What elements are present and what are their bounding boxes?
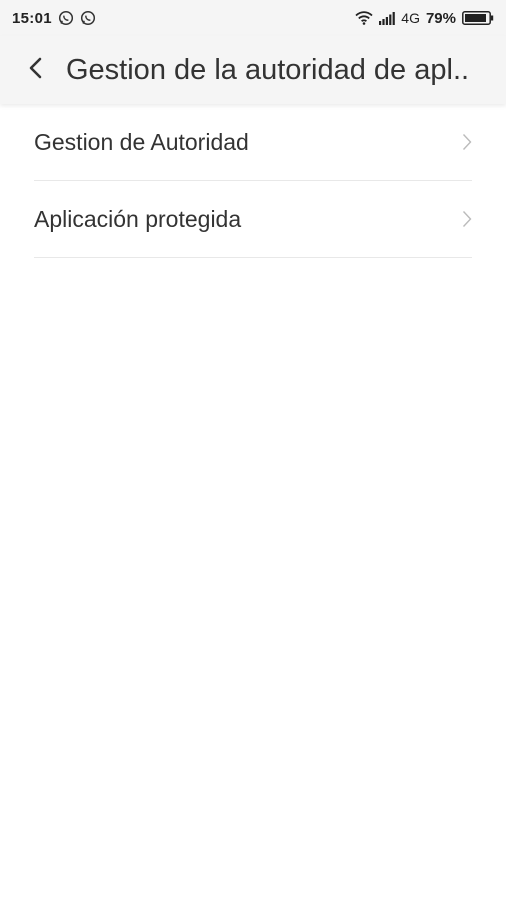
- list-item-label: Gestion de Autoridad: [34, 128, 249, 155]
- battery-icon: [462, 11, 494, 25]
- list-item-label: Aplicación protegida: [34, 205, 242, 232]
- chevron-left-icon: [27, 56, 43, 85]
- app-header: Gestion de la autoridad de apl..: [0, 36, 506, 104]
- whatsapp-icon: [58, 10, 74, 26]
- chevron-right-icon: [462, 210, 472, 228]
- status-time: 15:01: [12, 9, 52, 27]
- list-item-aplicacion-protegida[interactable]: Aplicación protegida: [34, 181, 472, 258]
- status-bar: 15:01 4G 79%: [0, 0, 506, 36]
- list-item-gestion-de-autoridad[interactable]: Gestion de Autoridad: [34, 104, 472, 181]
- status-right: 4G 79%: [355, 10, 494, 27]
- chevron-right-icon: [462, 133, 472, 151]
- status-left: 15:01: [12, 10, 96, 27]
- network-type: 4G: [401, 10, 420, 26]
- whatsapp-icon: [80, 10, 96, 26]
- page-title: Gestion de la autoridad de apl..: [66, 53, 470, 86]
- signal-icon: [379, 11, 396, 25]
- battery-percent: 79%: [425, 9, 456, 27]
- settings-list: Gestion de Autoridad Aplicación protegid…: [34, 104, 472, 258]
- back-button[interactable]: [20, 50, 50, 90]
- wifi-icon: [355, 11, 373, 25]
